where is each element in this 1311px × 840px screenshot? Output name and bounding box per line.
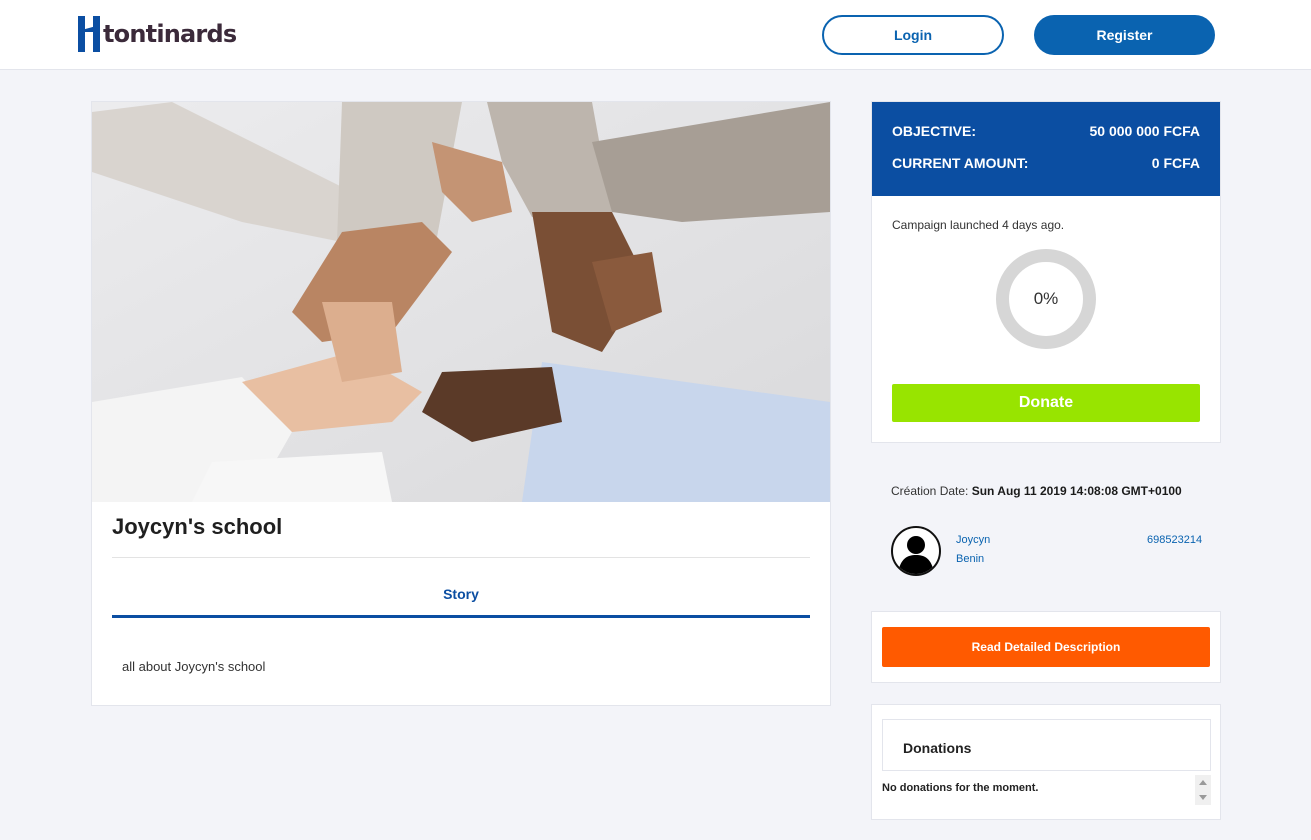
progress-percent: 0% xyxy=(1033,289,1059,308)
campaign-title: Joycyn's school xyxy=(112,514,283,539)
register-button[interactable]: Register xyxy=(1034,15,1215,55)
objective-value: 50 000 000 FCFA xyxy=(1089,123,1200,139)
title-divider xyxy=(112,557,810,558)
current-amount-row: CURRENT AMOUNT: 0 FCFA xyxy=(892,155,1200,171)
creation-date-label: Création Date: xyxy=(891,484,969,498)
top-header: tontinards Login Register xyxy=(0,0,1311,70)
creation-date-value: Sun Aug 11 2019 14:08:08 GMT+0100 xyxy=(971,484,1182,498)
story-text: all about Joycyn's school xyxy=(122,659,266,674)
current-amount-value: 0 FCFA xyxy=(1151,155,1200,171)
donations-header: Donations xyxy=(882,719,1211,771)
scroll-up-icon[interactable] xyxy=(1199,780,1207,785)
campaign-card: Joycyn's school Story all about Joycyn's… xyxy=(91,101,831,706)
campaign-hero-image xyxy=(92,102,830,502)
login-button[interactable]: Login xyxy=(822,15,1004,55)
tab-story[interactable]: Story xyxy=(112,572,810,618)
user-silhouette-icon xyxy=(891,526,941,576)
donations-title: Donations xyxy=(903,740,972,756)
creator-country: Benin xyxy=(956,553,985,565)
read-description-card: Read Detailed Description xyxy=(871,611,1221,683)
site-logo[interactable]: tontinards xyxy=(78,16,237,52)
current-amount-label: CURRENT AMOUNT: xyxy=(892,155,1029,171)
read-description-button[interactable]: Read Detailed Description xyxy=(882,627,1210,667)
donations-card: Donations No donations for the moment. xyxy=(871,704,1221,820)
donate-button[interactable]: Donate xyxy=(892,384,1200,422)
launched-text: Campaign launched 4 days ago. xyxy=(892,218,1065,232)
objective-label: OBJECTIVE: xyxy=(892,123,977,139)
logo-h-icon xyxy=(78,16,100,52)
objective-header: OBJECTIVE: 50 000 000 FCFA CURRENT AMOUN… xyxy=(872,102,1220,196)
creator-phone: 698523214 xyxy=(1147,534,1203,546)
donations-empty-text: No donations for the moment. xyxy=(882,782,1039,794)
logo-text: tontinards xyxy=(103,20,237,48)
creator-name[interactable]: Joycyn xyxy=(956,534,990,546)
objective-card: OBJECTIVE: 50 000 000 FCFA CURRENT AMOUN… xyxy=(871,101,1221,443)
scroll-down-icon[interactable] xyxy=(1199,795,1207,800)
creation-date: Création Date: Sun Aug 11 2019 14:08:08 … xyxy=(891,484,1182,498)
donations-scrollbar[interactable] xyxy=(1195,775,1211,805)
progress-ring: 0% xyxy=(996,249,1096,349)
objective-row: OBJECTIVE: 50 000 000 FCFA xyxy=(892,123,1200,139)
